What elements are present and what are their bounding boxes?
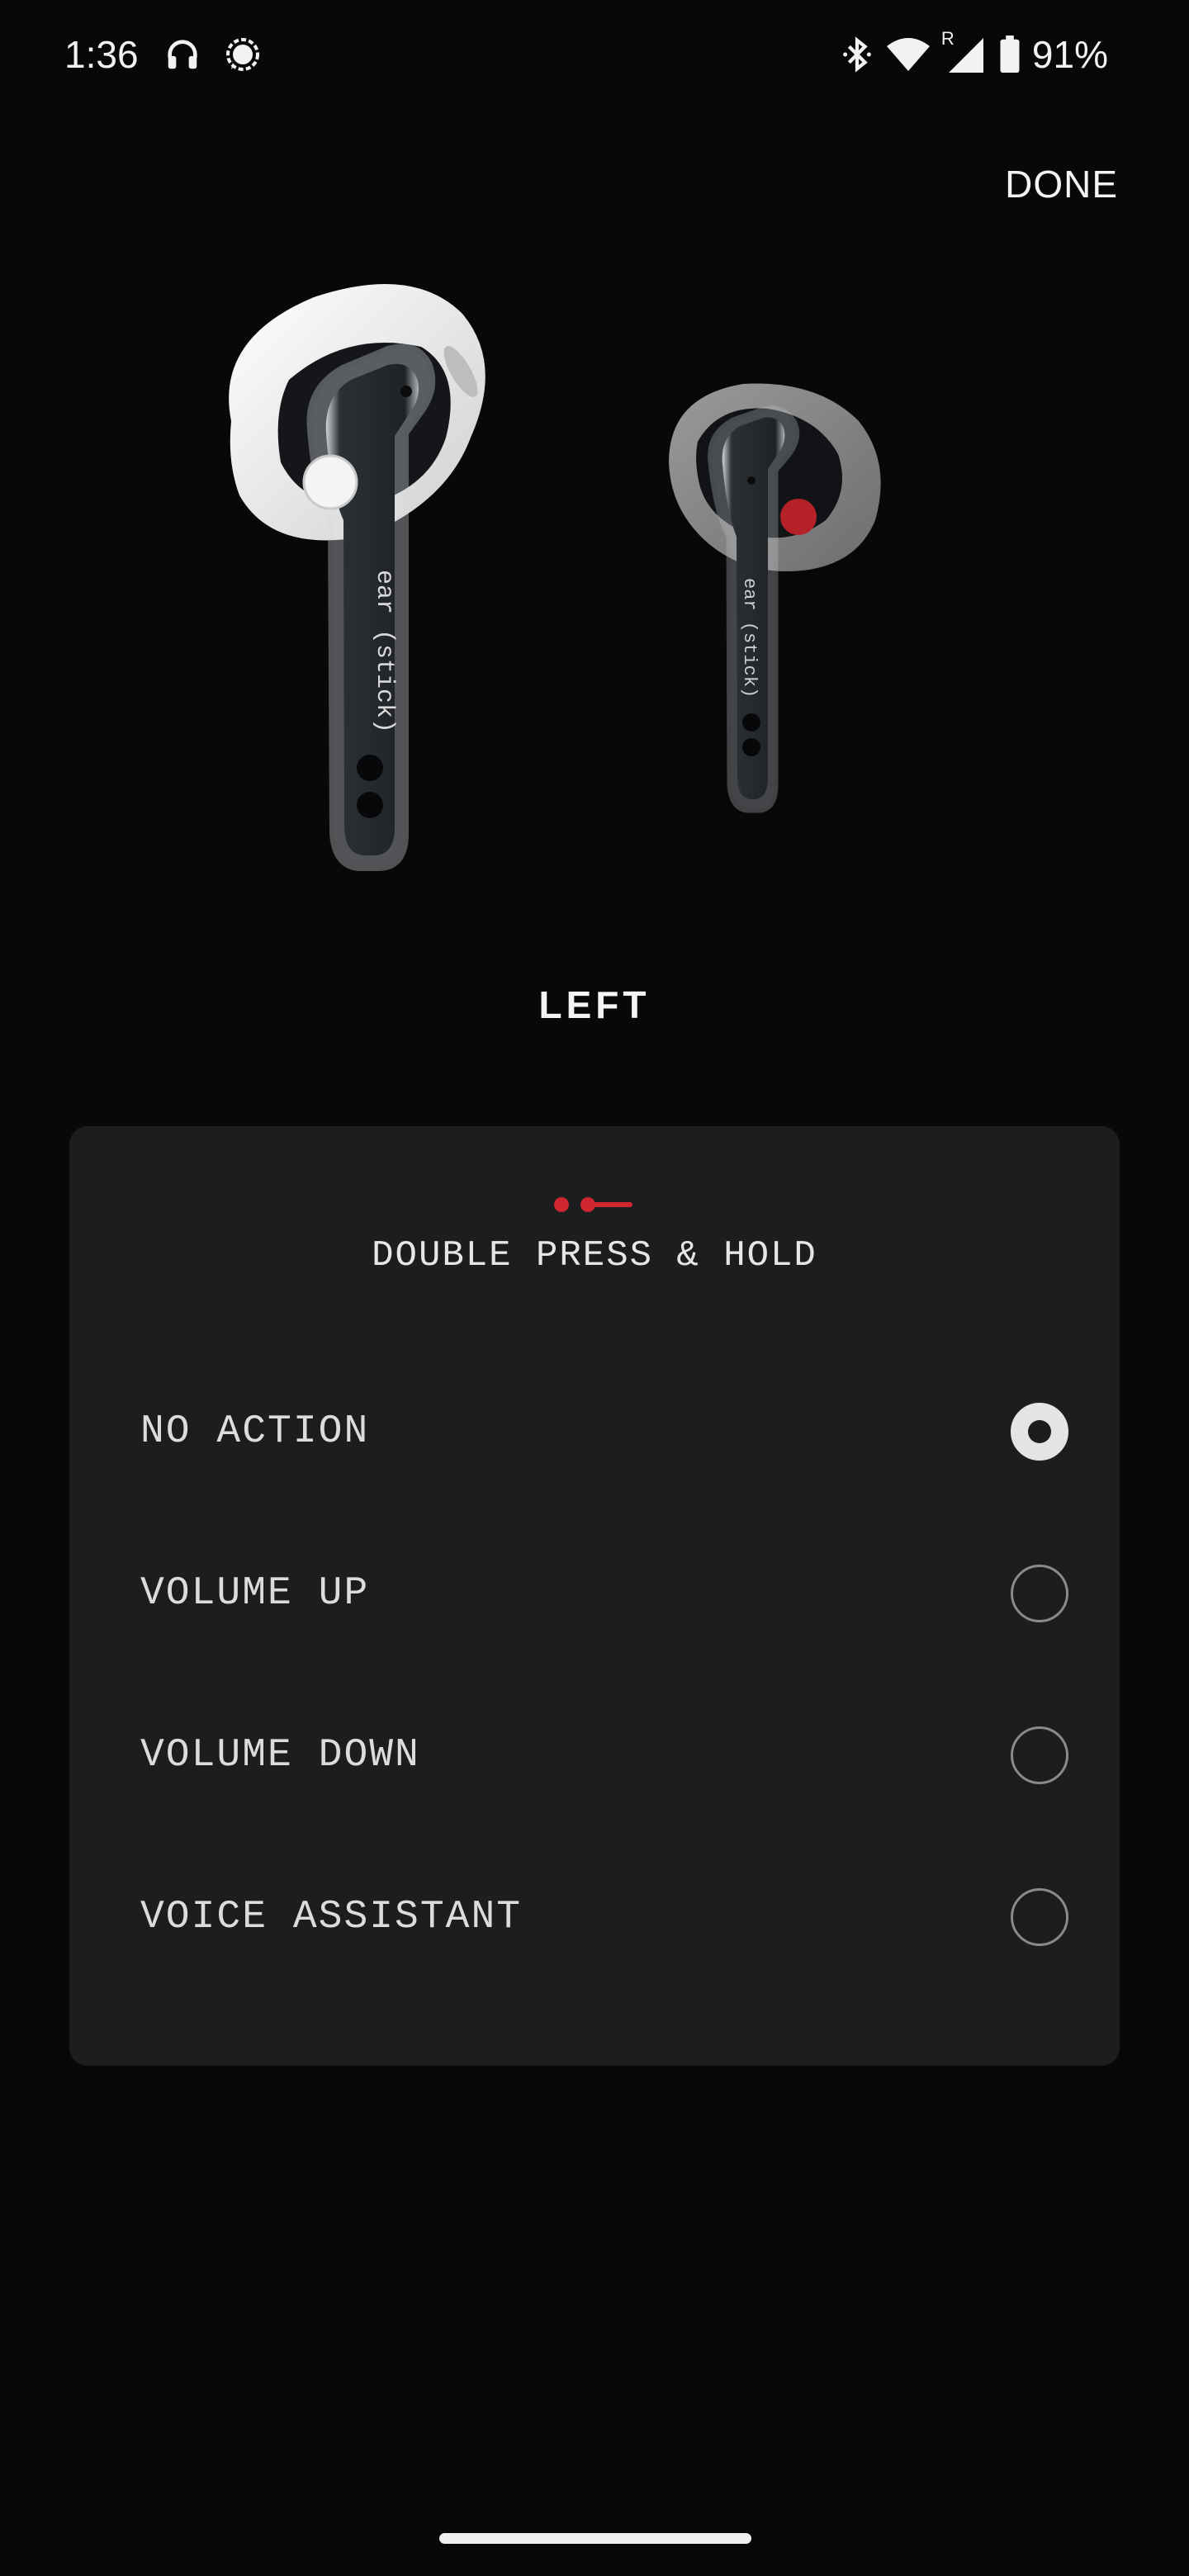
battery-icon xyxy=(999,36,1021,73)
gesture-title: DOUBLE PRESS & HOLD xyxy=(372,1235,817,1276)
option-voice-assistant[interactable]: VOICE ASSISTANT xyxy=(69,1851,1120,1983)
option-label: VOICE ASSISTANT xyxy=(140,1895,523,1939)
right-earbud: ear (stick) xyxy=(669,383,881,813)
option-label: VOLUME DOWN xyxy=(140,1733,420,1778)
gesture-options-card: DOUBLE PRESS & HOLD NO ACTION VOLUME UP … xyxy=(69,1126,1120,2066)
status-bar-right: R 91% xyxy=(829,28,1108,77)
home-indicator[interactable] xyxy=(439,2533,751,2544)
status-bar-left: 1:36 xyxy=(64,32,284,77)
signal-messenger-icon xyxy=(223,35,263,74)
earbuds-image: ear (stick) ear (stick) xyxy=(182,272,974,933)
option-no-action[interactable]: NO ACTION xyxy=(69,1366,1120,1498)
status-time: 1:36 xyxy=(64,33,139,76)
option-volume-up[interactable]: VOLUME UP xyxy=(69,1527,1120,1660)
option-label: NO ACTION xyxy=(140,1409,370,1454)
screen: 1:36 R 91% DONE ear (stick) ear (stick) … xyxy=(0,0,1189,2576)
left-earbud: ear (stick) xyxy=(229,284,486,871)
double-press-hold-icon xyxy=(554,1197,632,1212)
wifi-icon xyxy=(885,36,931,73)
option-volume-down[interactable]: VOLUME DOWN xyxy=(69,1689,1120,1821)
cell-signal-roaming-icon: R xyxy=(941,28,988,74)
radio-button[interactable] xyxy=(1011,1565,1068,1622)
option-label: VOLUME UP xyxy=(140,1571,370,1616)
right-earbud-stem-text: ear (stick) xyxy=(739,578,760,698)
radio-button[interactable] xyxy=(1011,1726,1068,1784)
left-earbud-stem-text: ear (stick) xyxy=(370,570,398,733)
radio-button[interactable] xyxy=(1011,1888,1068,1946)
headphones-icon xyxy=(163,36,201,73)
status-bar: 1:36 R 91% xyxy=(0,0,1189,109)
battery-percent: 91% xyxy=(1031,33,1108,76)
roaming-indicator: R xyxy=(940,28,955,49)
earbud-side-label: LEFT xyxy=(538,983,651,1026)
bluetooth-icon xyxy=(841,36,874,73)
radio-button-selected[interactable] xyxy=(1011,1403,1068,1461)
done-button[interactable]: DONE xyxy=(1005,162,1118,206)
